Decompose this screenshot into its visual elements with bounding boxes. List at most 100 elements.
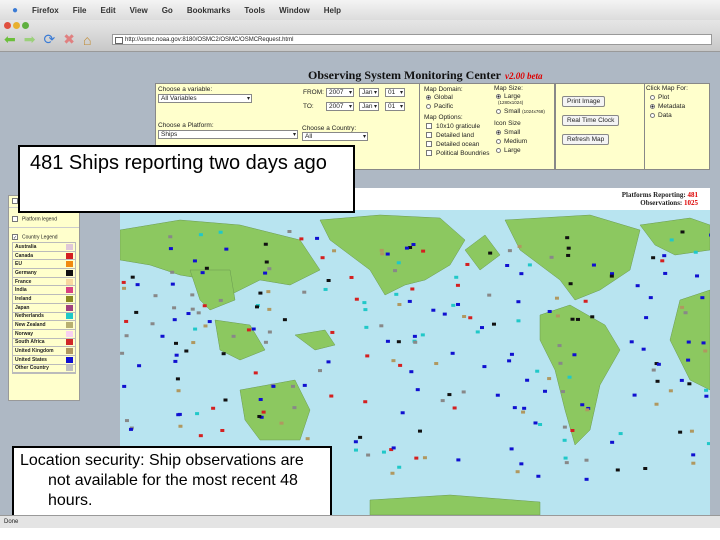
ship-marker[interactable] <box>527 263 532 267</box>
ship-marker[interactable] <box>517 244 522 248</box>
ship-marker[interactable] <box>643 466 648 470</box>
ship-marker[interactable] <box>137 364 142 368</box>
ship-marker[interactable] <box>379 248 384 252</box>
ship-marker[interactable] <box>203 324 208 328</box>
close-window-button[interactable] <box>4 22 11 29</box>
ship-marker[interactable] <box>207 320 212 324</box>
ship-marker[interactable] <box>365 354 370 358</box>
ship-marker[interactable] <box>509 352 514 356</box>
ship-marker[interactable] <box>704 388 709 392</box>
ship-marker[interactable] <box>168 247 173 251</box>
home-icon[interactable]: ⌂ <box>83 32 91 48</box>
ship-marker[interactable] <box>302 383 307 387</box>
to-year-select[interactable]: 2007 <box>326 102 354 111</box>
ship-marker[interactable] <box>461 390 466 394</box>
ship-marker[interactable] <box>364 325 369 329</box>
ship-marker[interactable] <box>563 456 568 460</box>
ship-marker[interactable] <box>687 382 692 386</box>
ship-marker[interactable] <box>609 274 614 278</box>
ship-marker[interactable] <box>315 236 320 240</box>
ship-marker[interactable] <box>266 290 271 294</box>
ship-marker[interactable] <box>515 470 520 474</box>
ship-marker[interactable] <box>644 316 649 320</box>
ship-marker[interactable] <box>381 450 386 454</box>
ship-marker[interactable] <box>691 461 696 465</box>
ship-marker[interactable] <box>411 243 416 247</box>
ship-marker[interactable] <box>410 287 415 291</box>
ship-marker[interactable] <box>195 412 200 416</box>
political-boundaries-checkbox[interactable]: Political Boundries <box>426 150 489 157</box>
ship-marker[interactable] <box>193 327 198 331</box>
ship-marker[interactable] <box>326 279 331 283</box>
ship-marker[interactable] <box>421 249 426 253</box>
from-year-select[interactable]: 2007 <box>326 88 354 97</box>
ship-marker[interactable] <box>488 251 493 255</box>
ship-marker[interactable] <box>124 334 129 338</box>
ship-marker[interactable] <box>120 351 125 355</box>
ship-marker[interactable] <box>174 353 179 357</box>
platform-select[interactable]: Ships <box>158 130 298 139</box>
ship-marker[interactable] <box>680 230 685 234</box>
stop-icon[interactable]: ✖ <box>63 31 75 48</box>
ship-marker[interactable] <box>122 286 127 290</box>
ship-marker[interactable] <box>567 375 572 379</box>
ship-marker[interactable] <box>380 252 385 256</box>
ship-marker[interactable] <box>190 307 195 311</box>
ship-marker[interactable] <box>555 314 560 318</box>
detailed-land-checkbox[interactable]: Detailed land <box>426 132 474 139</box>
ship-marker[interactable] <box>211 406 216 410</box>
ship-marker[interactable] <box>570 428 575 432</box>
ship-marker[interactable] <box>615 468 620 472</box>
refresh-map-button[interactable]: Refresh Map <box>562 134 610 145</box>
ship-marker[interactable] <box>258 397 263 401</box>
ship-marker[interactable] <box>305 437 310 441</box>
ship-marker[interactable] <box>253 371 258 375</box>
size-small-radio[interactable]: Small (1024x768) <box>496 108 545 115</box>
ship-marker[interactable] <box>505 264 510 268</box>
ship-marker[interactable] <box>172 318 177 322</box>
ship-marker[interactable] <box>440 399 445 403</box>
ship-marker[interactable] <box>258 291 263 295</box>
ship-marker[interactable] <box>153 294 158 298</box>
ship-marker[interactable] <box>366 453 371 457</box>
ship-marker[interactable] <box>404 246 409 250</box>
ship-marker[interactable] <box>522 406 527 410</box>
ship-marker[interactable] <box>354 297 359 301</box>
menu-window[interactable]: Window <box>279 6 310 15</box>
ship-marker[interactable] <box>683 311 688 315</box>
to-day-select[interactable]: 01 <box>385 102 405 111</box>
icon-large-radio[interactable]: Large <box>496 147 521 154</box>
ship-marker[interactable] <box>482 365 487 369</box>
ship-marker[interactable] <box>701 341 706 345</box>
to-month-select[interactable]: Jan <box>359 102 379 111</box>
ship-marker[interactable] <box>549 255 554 259</box>
ship-marker[interactable] <box>585 408 590 412</box>
ship-marker[interactable] <box>413 340 418 344</box>
ship-marker[interactable] <box>257 414 262 418</box>
ship-marker[interactable] <box>184 349 189 353</box>
from-month-select[interactable]: Jan <box>359 88 379 97</box>
ship-marker[interactable] <box>353 448 358 452</box>
ship-marker[interactable] <box>332 249 337 253</box>
ship-marker[interactable] <box>447 393 452 397</box>
ship-marker[interactable] <box>173 359 178 363</box>
ship-marker[interactable] <box>135 283 140 287</box>
ship-marker[interactable] <box>456 458 461 462</box>
ship-marker[interactable] <box>575 317 580 321</box>
ship-marker[interactable] <box>177 412 182 416</box>
menu-firefox[interactable]: Firefox <box>32 6 59 15</box>
variable-select[interactable]: All Variables <box>158 94 252 103</box>
ship-marker[interactable] <box>175 377 180 381</box>
ship-marker[interactable] <box>204 266 209 270</box>
ship-marker[interactable] <box>568 282 573 286</box>
ship-marker[interactable] <box>349 275 354 279</box>
ship-marker[interactable] <box>173 341 178 345</box>
ship-marker[interactable] <box>326 360 331 364</box>
ship-marker[interactable] <box>572 353 577 357</box>
ship-marker[interactable] <box>452 406 457 410</box>
ship-marker[interactable] <box>554 296 559 300</box>
ship-marker[interactable] <box>560 390 565 394</box>
ship-marker[interactable] <box>323 287 328 291</box>
ship-marker[interactable] <box>679 378 684 382</box>
ship-marker[interactable] <box>394 292 399 296</box>
